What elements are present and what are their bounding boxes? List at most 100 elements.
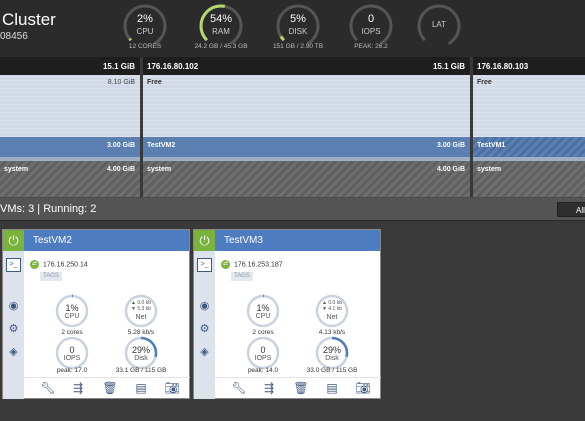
host-memory-strip: 15.1 GiB 8.10 GiB 3.00 GiB system 4.00 G…: [0, 57, 585, 197]
disk-gauge-value: 5%: [290, 13, 306, 25]
vm-name[interactable]: TestVM2: [33, 235, 72, 246]
host-column[interactable]: 176.16.80.103 Free TestVM1 system: [473, 57, 585, 197]
host-ip: 176.16.80.102: [147, 62, 199, 71]
vm-disk-value: 29%: [131, 345, 150, 355]
vm-iops-sub: peak: 17.0: [56, 367, 88, 374]
vm-card-sidebar: >_ ◉ ⚙ ◈: [3, 251, 24, 399]
host-system-memory: system 4.00 GiB: [143, 161, 470, 197]
camera-icon[interactable]: 📷︎: [163, 381, 181, 396]
free-value: 8.10 GiB: [107, 79, 135, 86]
trash-icon[interactable]: 🗑︎: [101, 381, 119, 396]
host-system-memory: system 4.00 GiB: [0, 161, 140, 197]
iops-gauge-sub: PEAK: 26.2: [354, 43, 388, 50]
vm-net-label: Net: [135, 314, 147, 321]
host-header: 176.16.80.103: [473, 57, 585, 75]
cpu-gauge-value: 2%: [137, 13, 153, 25]
migrate-icon[interactable]: ⇶: [260, 381, 278, 396]
vm-cpu-label: CPU: [255, 313, 271, 320]
host-vm-memory[interactable]: TestVM2 3.00 GiB: [143, 137, 470, 157]
disk-gauge-label: DISK: [288, 27, 308, 36]
layers-icon[interactable]: ◈: [197, 345, 212, 359]
vm-net-sub: 5.28 kb/s: [127, 329, 155, 336]
vm-disk-sub: 33.0 GB / 115 GB: [306, 367, 358, 374]
host-capacity: 15.1 GiB: [432, 62, 465, 71]
vm-cpu-gauge: 1% CPU: [246, 294, 280, 328]
migrate-icon[interactable]: ⇶: [69, 381, 87, 396]
network-icon: ⇄: [221, 260, 230, 269]
power-icon[interactable]: ⏻: [3, 230, 24, 251]
host-vm-memory[interactable]: TestVM1: [473, 137, 585, 157]
iops-gauge-value: 0: [367, 13, 375, 25]
host-column[interactable]: 15.1 GiB 8.10 GiB 3.00 GiB system 4.00 G…: [0, 57, 140, 197]
dashboard-icon[interactable]: ◉: [197, 299, 212, 313]
dashboard-icon[interactable]: ◉: [6, 299, 21, 313]
host-vm-memory[interactable]: 3.00 GiB: [0, 137, 140, 157]
vm-name[interactable]: TestVM3: [224, 235, 263, 246]
settings-icon[interactable]: ⚙: [197, 322, 212, 336]
snapshot-icon[interactable]: ▤: [323, 381, 341, 396]
vm-cpu-label: CPU: [64, 313, 80, 320]
vm-ip-row: ⇄ 176.16.253.187: [221, 260, 283, 269]
wrench-icon[interactable]: 🔧︎: [39, 381, 57, 396]
all-filter-button[interactable]: All: [557, 202, 585, 217]
vm-card-toolbar: 🔧︎ ⇶ 🗑︎ ▤ 📷︎: [215, 377, 381, 399]
vm-net-down: ▼ 4.1 kb: [322, 306, 342, 312]
wrench-icon[interactable]: 🔧︎: [230, 381, 248, 396]
host-system-memory: system: [473, 161, 585, 197]
vm-cpu-value: 1%: [256, 303, 270, 313]
host-ip: 176.16.80.103: [477, 62, 529, 71]
host-capacity: 15.1 GiB: [102, 62, 135, 71]
vm-iops-gauge: 0 IOPS: [246, 336, 280, 370]
host-header: 15.1 GiB: [0, 57, 140, 75]
cluster-header: Cluster 08456 2% CPU 12 CORES 54% RAM 24…: [0, 0, 585, 57]
tags-badge[interactable]: TAGS: [231, 272, 253, 281]
vm-count-summary: VMs: 3 | Running: 2: [0, 203, 97, 215]
vm-iops-label: IOPS: [63, 355, 81, 362]
vm-cpu-value: 1%: [65, 303, 79, 313]
vm-memory-value: 3.00 GiB: [436, 142, 465, 149]
vm-iops-value: 0: [69, 345, 75, 355]
trash-icon[interactable]: 🗑︎: [292, 381, 310, 396]
free-label: Free: [147, 79, 162, 86]
iops-gauge-label: IOPS: [361, 27, 381, 36]
terminal-icon[interactable]: >_: [6, 258, 21, 272]
vm-memory-label: TestVM2: [147, 142, 176, 149]
lat-gauge-label: LAT: [431, 20, 447, 29]
vm-memory-value: 3.00 GiB: [106, 142, 135, 149]
vm-net-down: ▼ 5.3 kb: [131, 306, 151, 312]
cluster-title: Cluster: [2, 10, 56, 29]
layers-icon[interactable]: ◈: [6, 345, 21, 359]
system-value: 4.00 GiB: [436, 166, 465, 173]
vm-cpu-sub: 2 cores: [61, 329, 83, 336]
network-icon: ⇄: [30, 260, 39, 269]
vm-memory-label: TestVM1: [477, 142, 506, 149]
host-column[interactable]: 176.16.80.102 15.1 GiB Free TestVM2 3.00…: [143, 57, 470, 197]
lat-gauge: LAT: [416, 3, 462, 49]
vm-net-gauge: ▲ 0.0 kb ▼ 5.3 kb Net: [124, 294, 158, 328]
vm-card-header: ⏻ TestVM3: [194, 230, 380, 251]
terminal-icon[interactable]: >_: [197, 258, 212, 272]
vm-net-label: Net: [326, 314, 338, 321]
settings-icon[interactable]: ⚙: [6, 322, 21, 336]
vm-card[interactable]: ⏻ TestVM2 >_ ◉ ⚙ ◈ ⇄ 176.16.250.14 TAGS 1…: [2, 229, 190, 399]
camera-icon[interactable]: 📷︎: [354, 381, 372, 396]
vm-iops-label: IOPS: [254, 355, 272, 362]
power-icon[interactable]: ⏻: [194, 230, 215, 251]
vm-disk-gauge: 29% Disk: [315, 336, 349, 370]
vm-card-header: ⏻ TestVM2: [3, 230, 189, 251]
snapshot-icon[interactable]: ▤: [132, 381, 150, 396]
vm-disk-label: Disk: [325, 355, 339, 362]
vm-disk-sub: 33.1 GB / 115 GB: [115, 367, 167, 374]
system-label: system: [4, 166, 29, 173]
vm-disk-value: 29%: [322, 345, 341, 355]
vm-card[interactable]: ⏻ TestVM3 >_ ◉ ⚙ ◈ ⇄ 176.16.253.187 TAGS …: [193, 229, 381, 399]
cluster-id: 08456: [0, 31, 28, 42]
free-label: Free: [477, 79, 492, 86]
system-value: 4.00 GiB: [106, 166, 135, 173]
host-free-memory: Free: [473, 75, 585, 137]
vm-summary-bar: VMs: 3 | Running: 2 All: [0, 197, 585, 221]
ram-gauge-value: 54%: [209, 13, 233, 25]
vm-card-sidebar: >_ ◉ ⚙ ◈: [194, 251, 215, 399]
tags-badge[interactable]: TAGS: [40, 272, 62, 281]
vm-disk-label: Disk: [134, 355, 148, 362]
